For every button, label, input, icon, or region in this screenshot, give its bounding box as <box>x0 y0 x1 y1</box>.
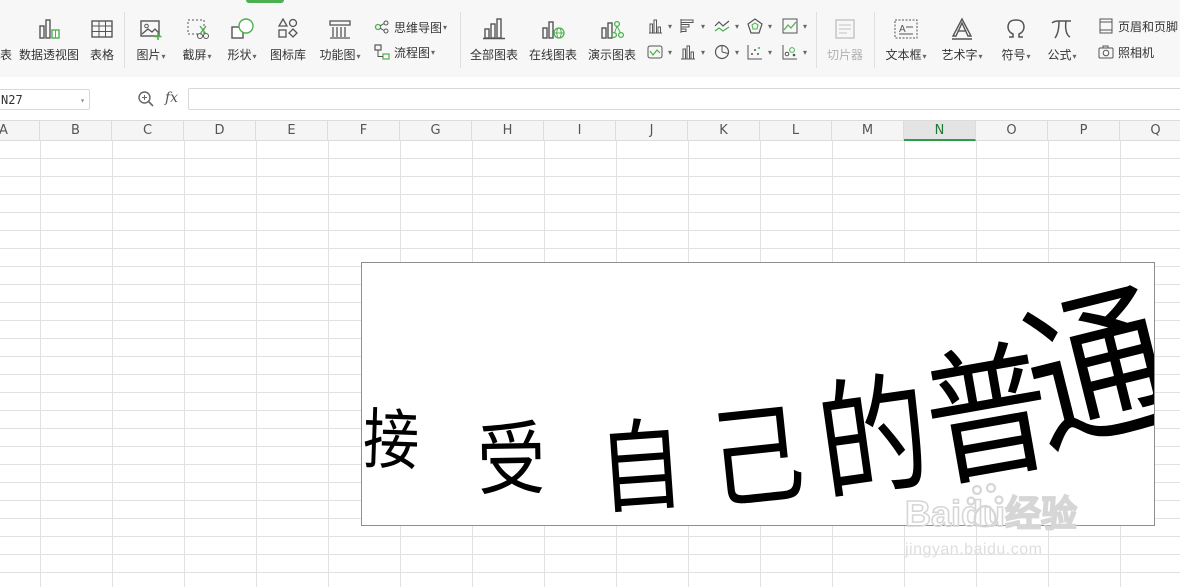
textbox-button[interactable]: A 文本框▾ <box>882 14 930 63</box>
column-header-p[interactable]: P <box>1048 121 1120 141</box>
column-header-n[interactable]: N <box>904 121 976 141</box>
ribbon-separator <box>874 12 875 68</box>
function-chart-button[interactable]: 功能图▾ <box>316 14 364 63</box>
wordart-char: 受 <box>476 412 547 507</box>
column-header-d[interactable]: D <box>184 121 256 141</box>
stock-chart-icon <box>679 43 697 61</box>
combo-chart-icon <box>646 43 664 61</box>
textbox-icon: A <box>893 14 919 44</box>
wordart-button[interactable]: 艺术字▾ <box>938 14 986 63</box>
baidu-watermark: Baidu经验 <box>904 482 1125 541</box>
bubble-chart-icon <box>781 43 799 61</box>
bar-chart-dropdown[interactable]: ▾ <box>679 17 705 35</box>
mindmap-icon <box>373 18 391 36</box>
camera-icon <box>1097 43 1115 61</box>
radar-chart-dropdown[interactable]: ▾ <box>746 17 772 35</box>
column-header-c[interactable]: C <box>112 121 184 141</box>
column-header-g[interactable]: G <box>400 121 472 141</box>
column-chart-icon <box>646 17 664 35</box>
scatter-chart-icon <box>746 43 764 61</box>
table-icon <box>89 14 115 44</box>
column-header-q[interactable]: Q <box>1120 121 1180 141</box>
flowchart-icon <box>373 43 391 61</box>
column-header-k[interactable]: K <box>688 121 760 141</box>
column-header-l[interactable]: L <box>760 121 832 141</box>
active-tab-indicator <box>246 0 284 3</box>
mindmap-button[interactable]: 思维导图 ▾ <box>373 18 447 36</box>
demo-charts-icon <box>599 14 625 44</box>
radar-chart-icon <box>746 17 764 35</box>
function-chart-icon <box>327 14 353 44</box>
watermark-url: jingyan.baidu.com <box>905 541 1043 558</box>
insert-function-button[interactable]: fx <box>165 90 178 106</box>
all-charts-button[interactable]: 全部图表 <box>468 14 520 63</box>
column-header-j[interactable]: J <box>616 121 688 141</box>
chevron-down-icon[interactable]: ▾ <box>80 90 85 111</box>
shapes-button[interactable]: 形状▾ <box>223 14 261 63</box>
combo-chart-dropdown[interactable]: ▾ <box>646 43 672 61</box>
pie-chart-icon <box>713 43 731 61</box>
ribbon-separator <box>816 12 817 68</box>
bar-chart-icon <box>679 17 697 35</box>
column-header-f[interactable]: F <box>328 121 400 141</box>
online-charts-button[interactable]: 在线图表 <box>527 14 579 63</box>
zoom-formula-icon[interactable] <box>137 90 155 108</box>
pie-chart-dropdown[interactable]: ▾ <box>713 43 739 61</box>
area-chart-dropdown[interactable]: ▾ <box>781 17 807 35</box>
ribbon-toolbar: 表 数据透视图 表格 图片▾ 截屏▾ 形状▾ 图标库 功能图▾ 思维导图 ▾ 流… <box>0 0 1180 78</box>
formula-input[interactable] <box>188 88 1180 110</box>
pivot-chart-button[interactable]: 数据透视图 <box>18 14 80 63</box>
omega-symbol-icon <box>1003 14 1029 44</box>
picture-button[interactable]: 图片▾ <box>132 14 170 63</box>
symbol-button[interactable]: 符号▾ <box>996 14 1036 63</box>
camera-button[interactable]: 照相机 <box>1097 43 1154 61</box>
wordart-icon <box>949 14 975 44</box>
column-header-m[interactable]: M <box>832 121 904 141</box>
ribbon-separator <box>124 12 125 68</box>
column-header-b[interactable]: B <box>40 121 112 141</box>
column-header-a[interactable]: A <box>0 121 40 141</box>
wordart-char: 自 <box>594 406 688 526</box>
header-footer-icon <box>1097 17 1115 35</box>
column-header-h[interactable]: H <box>472 121 544 141</box>
column-header-i[interactable]: I <box>544 121 616 141</box>
screenshot-button[interactable]: 截屏▾ <box>178 14 216 63</box>
column-chart-dropdown[interactable]: ▾ <box>646 17 672 35</box>
column-header-o[interactable]: O <box>976 121 1048 141</box>
icon-library-icon <box>275 14 301 44</box>
scatter-chart-dropdown[interactable]: ▾ <box>746 43 772 61</box>
picture-icon <box>138 14 164 44</box>
wordart-char: 己 <box>703 388 810 526</box>
column-header-row: ABCDEFGHIJKLMNOPQ <box>0 120 1180 141</box>
icon-library-button[interactable]: 图标库 <box>268 14 308 63</box>
pi-formula-icon <box>1049 14 1075 44</box>
slicer-icon <box>832 14 858 44</box>
svg-text:Baidu经验: Baidu经验 <box>905 493 1077 534</box>
header-footer-button[interactable]: 页眉和页脚 <box>1097 17 1178 35</box>
line-chart-dropdown[interactable]: ▾ <box>713 17 739 35</box>
stock-chart-dropdown[interactable]: ▾ <box>679 43 705 61</box>
formula-button[interactable]: 公式▾ <box>1042 14 1082 63</box>
area-chart-icon <box>781 17 799 35</box>
table-partial-button[interactable]: 表 <box>0 14 12 63</box>
all-charts-icon <box>481 14 507 44</box>
shapes-icon <box>229 14 255 44</box>
screenshot-icon <box>184 14 210 44</box>
demo-charts-button[interactable]: 演示图表 <box>586 14 638 63</box>
svg-text:A: A <box>899 24 906 35</box>
table-button[interactable]: 表格 <box>86 14 118 63</box>
ribbon-separator <box>460 12 461 68</box>
wordart-char: 接 <box>361 401 421 480</box>
slicer-button[interactable]: 切片器 <box>824 14 866 63</box>
name-box[interactable]: N27 ▾ <box>0 89 90 110</box>
bubble-chart-dropdown[interactable]: ▾ <box>781 43 807 61</box>
flowchart-button[interactable]: 流程图 ▾ <box>373 43 435 61</box>
online-charts-icon <box>540 14 566 44</box>
column-header-e[interactable]: E <box>256 121 328 141</box>
line-chart-icon <box>713 17 731 35</box>
pivot-chart-icon <box>36 14 62 44</box>
